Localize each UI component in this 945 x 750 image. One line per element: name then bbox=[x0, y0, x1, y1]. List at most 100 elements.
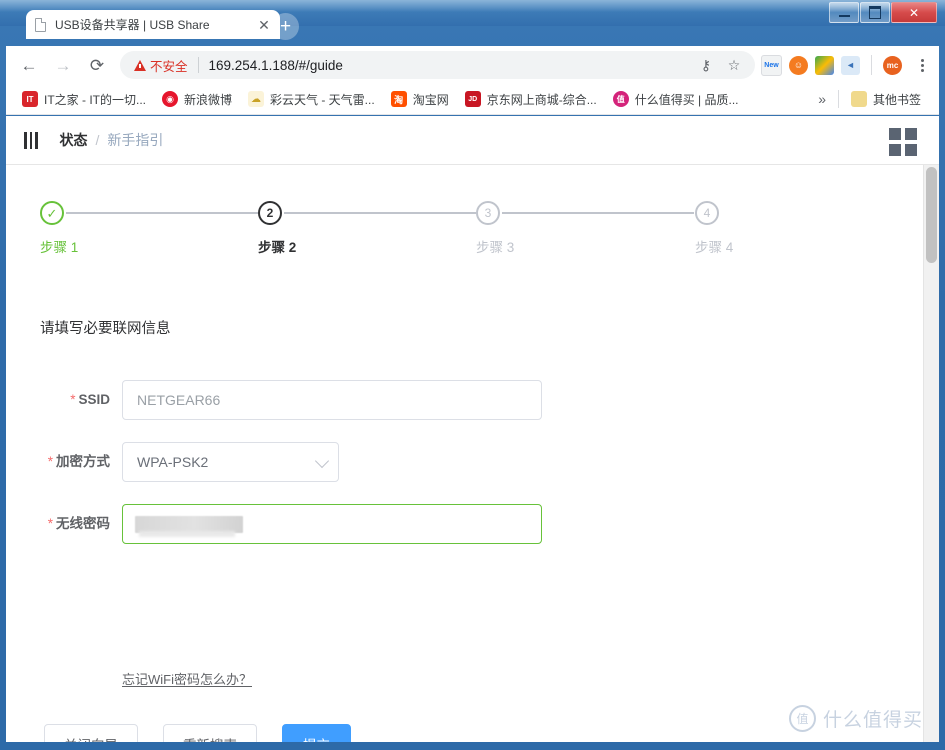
breadcrumb-separator: / bbox=[95, 132, 100, 148]
encryption-value: WPA-PSK2 bbox=[137, 454, 209, 470]
blue-bird-extension-icon[interactable]: ◄ bbox=[841, 55, 860, 75]
breadcrumb-current[interactable]: 状态 bbox=[60, 130, 88, 150]
bookmark-favicon: 淘 bbox=[390, 91, 407, 107]
step-indicator: ✓ 步骤 1 2 步骤 2 3 步骤 3 4 步骤 4 bbox=[40, 201, 733, 263]
hamburger-icon[interactable] bbox=[24, 131, 38, 149]
form-actions: 关闭向导 重新搜索 提交 bbox=[44, 724, 351, 742]
step-1: ✓ 步骤 1 bbox=[40, 201, 258, 256]
forward-icon[interactable]: → bbox=[48, 50, 78, 80]
bookmark-item[interactable]: ☁ 彩云天气 - 天气雷... bbox=[240, 87, 383, 111]
bookmark-favicon: ◉ bbox=[162, 91, 178, 107]
required-mark: * bbox=[47, 516, 53, 531]
close-wizard-button[interactable]: 关闭向导 bbox=[44, 724, 138, 742]
step-2-label: 步骤 2 bbox=[258, 240, 297, 255]
watermark-text: 什么值得买 bbox=[822, 710, 923, 731]
toolbar-divider bbox=[871, 55, 872, 75]
screenshot-extension-icon[interactable]: New bbox=[761, 54, 782, 76]
password-input[interactable] bbox=[122, 504, 542, 544]
bookmark-label: 什么值得买 | 品质... bbox=[634, 92, 739, 107]
bookmark-item[interactable]: 淘 淘宝网 bbox=[383, 87, 457, 111]
browser-menu-button[interactable] bbox=[909, 52, 935, 78]
step-1-label: 步骤 1 bbox=[40, 240, 79, 255]
scrollbar-thumb[interactable] bbox=[926, 167, 937, 263]
browser-tabstrip: USB设备共享器 | USB Share ✕ + bbox=[6, 4, 939, 40]
bookmark-favicon: ☁ bbox=[248, 91, 265, 107]
app-header: 状态 / 新手指引 bbox=[6, 116, 939, 165]
ssid-input[interactable]: NETGEAR66 bbox=[122, 380, 542, 420]
other-bookmarks-label: 其他书签 bbox=[872, 92, 921, 107]
browser-tab[interactable]: USB设备共享器 | USB Share ✕ bbox=[26, 10, 280, 39]
close-icon[interactable]: ✕ bbox=[256, 17, 272, 33]
address-bar[interactable]: 不安全 169.254.1.188/#/guide ⚷ ☆ bbox=[120, 51, 755, 79]
other-bookmarks-button[interactable]: 其他书签 bbox=[843, 87, 929, 111]
app-body: ✓ 步骤 1 2 步骤 2 3 步骤 3 4 步骤 4 请填写必要联网信息 * … bbox=[6, 165, 939, 742]
step-4: 4 步骤 4 bbox=[695, 201, 845, 256]
profile-avatar[interactable]: mc bbox=[883, 55, 902, 75]
chevron-down-icon bbox=[314, 453, 330, 469]
password-key-icon[interactable]: ⚷ bbox=[693, 52, 719, 78]
bookmark-item[interactable]: IT IT之家 - IT的一切... bbox=[14, 87, 154, 111]
ssid-field-row: * SSID NETGEAR66 bbox=[40, 380, 542, 420]
browser-toolbar: ← → ⟳ 不安全 169.254.1.188/#/guide ⚷ ☆ New … bbox=[6, 46, 939, 84]
password-field-row: * 无线密码 bbox=[40, 504, 542, 544]
bookmark-label: 淘宝网 bbox=[412, 92, 449, 107]
step-2-marker: 2 bbox=[258, 201, 282, 225]
os-window: ✕ USB设备共享器 | USB Share ✕ + ← → ⟳ 不安全 169… bbox=[0, 0, 945, 750]
grid-apps-icon[interactable] bbox=[889, 128, 917, 156]
reload-icon[interactable]: ⟳ bbox=[82, 50, 112, 80]
step-4-label: 步骤 4 bbox=[695, 240, 734, 255]
bookmark-favicon: IT bbox=[22, 91, 38, 107]
encryption-select[interactable]: WPA-PSK2 bbox=[122, 442, 339, 482]
encryption-field: WPA-PSK2 bbox=[122, 442, 339, 482]
masked-password-overlay bbox=[135, 516, 243, 533]
research-button[interactable]: 重新搜索 bbox=[163, 724, 257, 742]
encryption-field-row: * 加密方式 WPA-PSK2 bbox=[40, 442, 339, 482]
bookmark-label: 京东网上商城-综合... bbox=[486, 92, 597, 107]
orange-face-extension-icon[interactable]: ☺ bbox=[789, 55, 808, 75]
page-scrollbar[interactable] bbox=[923, 165, 939, 742]
new-tab-button[interactable]: + bbox=[272, 13, 299, 40]
step-3: 3 步骤 3 bbox=[476, 201, 694, 256]
web-page: 状态 / 新手指引 ✓ 步骤 1 2 步骤 2 3 步骤 3 4 步骤 4 请填… bbox=[6, 116, 939, 742]
omnibox-actions: ⚷ ☆ bbox=[693, 52, 751, 78]
folder-icon bbox=[850, 91, 867, 107]
tab-title: USB设备共享器 | USB Share bbox=[55, 18, 210, 32]
bookmark-favicon: 值 bbox=[612, 91, 629, 107]
forgot-password-link[interactable]: 忘记WiFi密码怎么办？ bbox=[122, 669, 252, 688]
required-mark: * bbox=[70, 392, 76, 407]
watermark-badge: 值 bbox=[788, 705, 816, 732]
encryption-label: * 加密方式 bbox=[47, 454, 110, 469]
submit-button[interactable]: 提交 bbox=[282, 724, 351, 742]
bookmark-item[interactable]: ◉ 新浪微博 bbox=[154, 87, 240, 111]
ssid-field: NETGEAR66 bbox=[122, 380, 542, 420]
bookmarks-bar: IT IT之家 - IT的一切... ◉ 新浪微博 ☁ 彩云天气 - 天气雷..… bbox=[6, 84, 939, 115]
ssid-label: * SSID bbox=[70, 392, 110, 407]
bookmarks-overflow-button[interactable]: » bbox=[810, 91, 834, 107]
url-text: 169.254.1.188/#/guide bbox=[208, 57, 343, 73]
step-2: 2 步骤 2 bbox=[258, 201, 476, 256]
breadcrumb-next[interactable]: 新手指引 bbox=[107, 130, 163, 150]
bookmark-star-icon[interactable]: ☆ bbox=[721, 52, 747, 78]
password-field bbox=[122, 504, 542, 544]
bookmark-item[interactable]: 值 什么值得买 | 品质... bbox=[605, 87, 747, 111]
colorful-extension-icon[interactable] bbox=[815, 55, 834, 75]
step-connector bbox=[284, 212, 476, 214]
check-icon: ✓ bbox=[46, 205, 58, 221]
breadcrumb: 状态 / 新手指引 bbox=[60, 130, 164, 150]
step-connector bbox=[66, 212, 258, 214]
bookmark-label: 彩云天气 - 天气雷... bbox=[270, 92, 375, 107]
step-1-marker: ✓ bbox=[40, 201, 64, 225]
omnibox-divider bbox=[197, 57, 199, 73]
security-label: 不安全 bbox=[150, 59, 188, 74]
step-3-marker: 3 bbox=[476, 201, 500, 225]
form-title: 请填写必要联网信息 bbox=[40, 321, 171, 337]
extension-icons: New ☺ ◄ mc bbox=[761, 52, 939, 78]
bookmarks-overflow: » 其他书签 bbox=[810, 87, 939, 111]
bookmark-item[interactable]: JD 京东网上商城-综合... bbox=[457, 87, 605, 111]
step-4-marker: 4 bbox=[695, 201, 719, 225]
step-3-label: 步骤 3 bbox=[476, 240, 515, 255]
bookmark-label: 新浪微博 bbox=[184, 92, 233, 107]
security-indicator[interactable]: 不安全 bbox=[134, 56, 188, 75]
back-icon[interactable]: ← bbox=[14, 50, 44, 80]
step-connector bbox=[502, 212, 694, 214]
